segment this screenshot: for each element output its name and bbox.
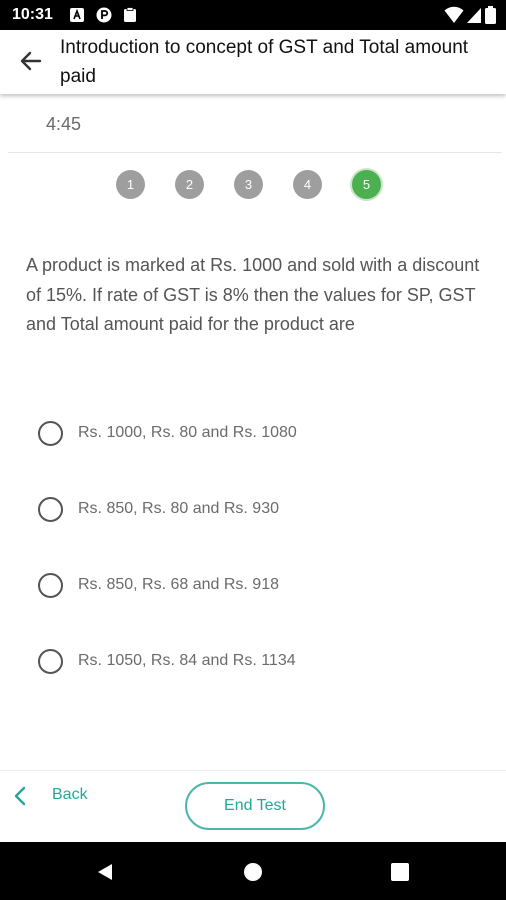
system-nav-bar (0, 842, 506, 900)
radio-button-icon[interactable] (38, 649, 63, 674)
radio-button-icon[interactable] (38, 497, 63, 522)
a-icon (70, 8, 84, 22)
option-label: Rs. 1000, Rs. 80 and Rs. 1080 (78, 424, 297, 441)
question-navigator: 1 2 3 4 5 (0, 170, 506, 200)
chevron-left-icon (14, 786, 26, 806)
nav-recents-icon[interactable] (390, 862, 410, 882)
timer: 4:45 (46, 114, 82, 134)
question-dot-5-current[interactable]: 5 (352, 170, 381, 199)
end-test-button[interactable]: End Test (185, 782, 325, 830)
radio-button-icon[interactable] (38, 573, 63, 598)
option-label: Rs. 1050, Rs. 84 and Rs. 1134 (78, 652, 296, 669)
question-dot-3[interactable]: 3 (234, 170, 263, 199)
back-arrow-icon[interactable] (18, 48, 44, 74)
battery-icon (485, 6, 496, 24)
back-button[interactable]: Back (12, 783, 102, 811)
radio-button-icon[interactable] (38, 421, 63, 446)
app-bar: Introduction to concept of GST and Total… (0, 30, 506, 94)
question-dot-1[interactable]: 1 (116, 170, 145, 199)
answer-option-2[interactable]: Rs. 850, Rs. 80 and Rs. 930 (38, 495, 478, 525)
wifi-icon (444, 6, 464, 23)
answer-option-1[interactable]: Rs. 1000, Rs. 80 and Rs. 1080 (38, 419, 478, 449)
clipboard-icon (124, 7, 136, 22)
option-label: Rs. 850, Rs. 80 and Rs. 930 (78, 500, 279, 517)
divider (8, 152, 502, 153)
nav-back-icon[interactable] (95, 862, 115, 882)
page-title: Introduction to concept of GST and Total… (60, 37, 469, 87)
status-time: 10:31 (12, 6, 53, 23)
nav-home-icon[interactable] (243, 862, 263, 882)
option-label: Rs. 850, Rs. 68 and Rs. 918 (78, 576, 279, 593)
question-dot-2[interactable]: 2 (175, 170, 204, 199)
status-bar: 10:31 (0, 0, 506, 30)
p-icon (96, 7, 112, 23)
answer-option-4[interactable]: Rs. 1050, Rs. 84 and Rs. 1134 (38, 647, 478, 677)
question-dot-4[interactable]: 4 (293, 170, 322, 199)
answer-option-3[interactable]: Rs. 850, Rs. 68 and Rs. 918 (38, 571, 478, 601)
question-text: A product is marked at Rs. 1000 and sold… (26, 255, 480, 334)
footer-divider (0, 770, 506, 771)
signal-icon (467, 8, 481, 23)
back-label: Back (52, 786, 88, 803)
